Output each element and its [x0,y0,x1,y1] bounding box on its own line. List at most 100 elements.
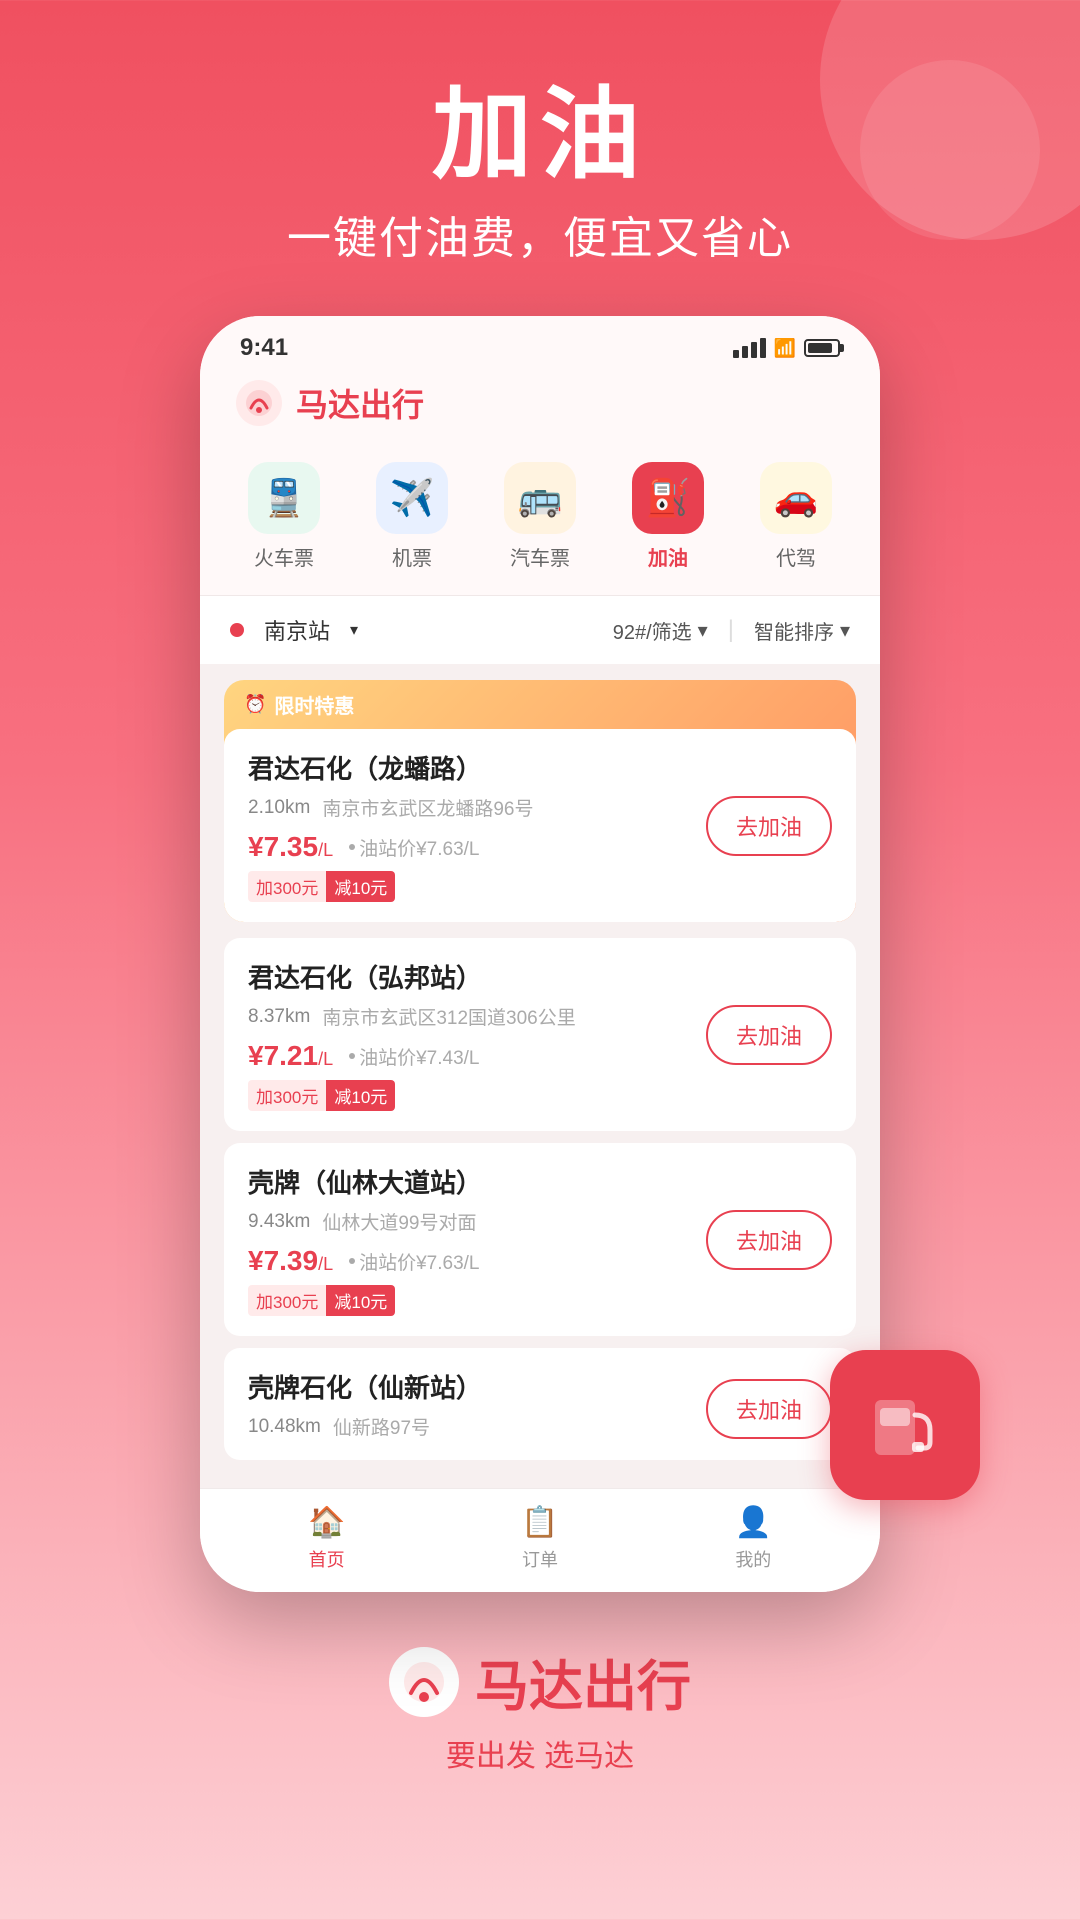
station-4-name: 壳牌石化（仙新站） [248,1368,706,1405]
nav-label-fuel: 加油 [648,542,688,571]
bus-icon: 🚌 [518,477,563,519]
station-1-price: ¥7.35/L [248,831,333,863]
tab-home-label: 首页 [309,1546,345,1572]
train-icon-bg: 🚆 [248,462,320,534]
plane-icon: ✈️ [390,477,435,519]
station-card-4: 壳牌石化（仙新站） 10.48km 仙新路97号 去加油 [224,1348,856,1460]
content-area: ⏰ 限时特惠 君达石化（龙蟠路） 2.10km 南京市玄武区龙蟠路96号 ¥7.… [200,664,880,1488]
offer-label: 限时特惠 [274,690,354,719]
location-text[interactable]: 南京站 [264,614,330,646]
hero-title: 加油 [0,80,1080,190]
station-card-2: 君达石化（弘邦站） 8.37km 南京市玄武区312国道306公里 ¥7.21/… [224,938,856,1131]
filter-bar: 南京站 ▾ 92#/筛选 ▾ | 智能排序 ▾ [200,596,880,664]
station-4-info: 10.48km 仙新路97号 [248,1413,706,1440]
fuel-type-arrow: ▾ [698,618,708,643]
wifi-icon: 📶 [774,338,796,359]
tab-profile[interactable]: 👤 我的 [735,1505,772,1572]
nav-label-bus: 汽车票 [510,542,570,571]
station-2-promo: 加300元 减10元 [248,1080,395,1111]
driver-icon: 🚗 [774,477,819,519]
app-logo-icon [236,380,282,426]
brand-name: 马达出行 [475,1642,691,1721]
station-4-address: 仙新路97号 [333,1413,430,1440]
plane-icon-bg: ✈️ [376,462,448,534]
station-1-go-button[interactable]: 去加油 [706,796,832,856]
station-3-go-button[interactable]: 去加油 [706,1210,832,1270]
station-2-name: 君达石化（弘邦站） [248,958,706,995]
nav-item-fuel[interactable]: ⛽ 加油 [632,462,704,571]
offer-clock-icon: ⏰ [244,694,266,715]
status-bar: 9:41 📶 [200,316,880,370]
promo-condition-2: 加300元 [248,1080,326,1111]
station-2-info: 8.37km 南京市玄武区312国道306公里 [248,1003,706,1030]
nav-item-train[interactable]: 🚆 火车票 [248,462,320,571]
nav-item-plane[interactable]: ✈️ 机票 [376,462,448,571]
bus-icon-bg: 🚌 [504,462,576,534]
station-3-original-price: 油站价¥7.63/L [349,1248,479,1275]
status-icons: 📶 [733,338,840,359]
nav-icons: 🚆 火车票 ✈️ 机票 🚌 汽车票 ⛽ 加油 [200,446,880,596]
offer-inner: 君达石化（龙蟠路） 2.10km 南京市玄武区龙蟠路96号 ¥7.35/L 油站… [224,729,856,922]
nav-item-bus[interactable]: 🚌 汽车票 [504,462,576,571]
offer-header: ⏰ 限时特惠 [224,680,856,729]
station-card-3: 壳牌（仙林大道站） 9.43km 仙林大道99号对面 ¥7.39/L 油站价¥7… [224,1143,856,1336]
signal-icon [733,338,766,358]
station-1-info: 2.10km 南京市玄武区龙蟠路96号 [248,794,706,821]
sort-text: 智能排序 [754,616,834,645]
station-3-info: 9.43km 仙林大道99号对面 [248,1208,706,1235]
station-4-go-button[interactable]: 去加油 [706,1379,832,1439]
station-1-original-price: 油站价¥7.63/L [349,834,479,861]
station-3-distance: 9.43km [248,1211,310,1233]
brand-logo-icon [389,1647,459,1717]
fuel-type-filter[interactable]: 92#/筛选 ▾ [613,616,708,645]
home-icon: 🏠 [308,1505,345,1540]
station-3-address: 仙林大道99号对面 [322,1208,476,1235]
phone-mockup: 9:41 📶 马达出行 [200,316,880,1592]
fuel-type-text: 92#/筛选 [613,616,692,645]
station-1-distance: 2.10km [248,797,310,819]
profile-icon: 👤 [735,1505,772,1540]
fuel-icon: ⛽ [646,477,691,519]
nav-item-driver[interactable]: 🚗 代驾 [760,462,832,571]
special-offer-card: ⏰ 限时特惠 君达石化（龙蟠路） 2.10km 南京市玄武区龙蟠路96号 ¥7.… [224,680,856,922]
promo-discount: 减10元 [326,871,395,902]
tab-orders[interactable]: 📋 订单 [521,1505,558,1572]
promo-condition-3: 加300元 [248,1285,326,1316]
nav-label-train: 火车票 [254,542,314,571]
fuel-icon-bg: ⛽ [632,462,704,534]
tab-orders-label: 订单 [522,1546,558,1572]
promo-discount-2: 减10元 [326,1080,395,1111]
promo-condition: 加300元 [248,871,326,902]
app-header: 马达出行 [200,370,880,446]
app-name: 马达出行 [296,380,424,426]
station-2-original-price: 油站价¥7.43/L [349,1043,479,1070]
station-3-price: ¥7.39/L [248,1245,333,1277]
battery-icon [804,339,840,357]
train-icon: 🚆 [262,477,307,519]
station-1-address: 南京市玄武区龙蟠路96号 [322,794,533,821]
app-icon-float [830,1350,980,1500]
driver-icon-bg: 🚗 [760,462,832,534]
tab-home[interactable]: 🏠 首页 [308,1505,345,1572]
brand-logo-row: 马达出行 [0,1642,1080,1721]
station-2-go-button[interactable]: 去加油 [706,1005,832,1065]
station-2-price: ¥7.21/L [248,1040,333,1072]
station-2-address: 南京市玄武区312国道306公里 [322,1003,575,1030]
location-dropdown-arrow[interactable]: ▾ [350,620,358,640]
fuel-station-icon-large [860,1380,950,1470]
bottom-tab-bar: 🏠 首页 📋 订单 👤 我的 [200,1488,880,1592]
hero-subtitle: 一键付油费，便宜又省心 [0,202,1080,266]
sort-filter[interactable]: 智能排序 ▾ [754,616,850,645]
promo-discount-3: 减10元 [326,1285,395,1316]
hero-section: 加油 一键付油费，便宜又省心 [0,0,1080,316]
location-dot [230,623,244,637]
orders-icon: 📋 [521,1505,558,1540]
station-1-name: 君达石化（龙蟠路） [248,749,706,786]
station-3-promo: 加300元 减10元 [248,1285,395,1316]
station-1-promo: 加300元 减10元 [248,871,395,902]
station-3-name: 壳牌（仙林大道站） [248,1163,706,1200]
nav-label-plane: 机票 [392,542,432,571]
nav-label-driver: 代驾 [776,542,816,571]
status-time: 9:41 [240,334,288,362]
brand-tagline: 要出发 选马达 [0,1731,1080,1775]
